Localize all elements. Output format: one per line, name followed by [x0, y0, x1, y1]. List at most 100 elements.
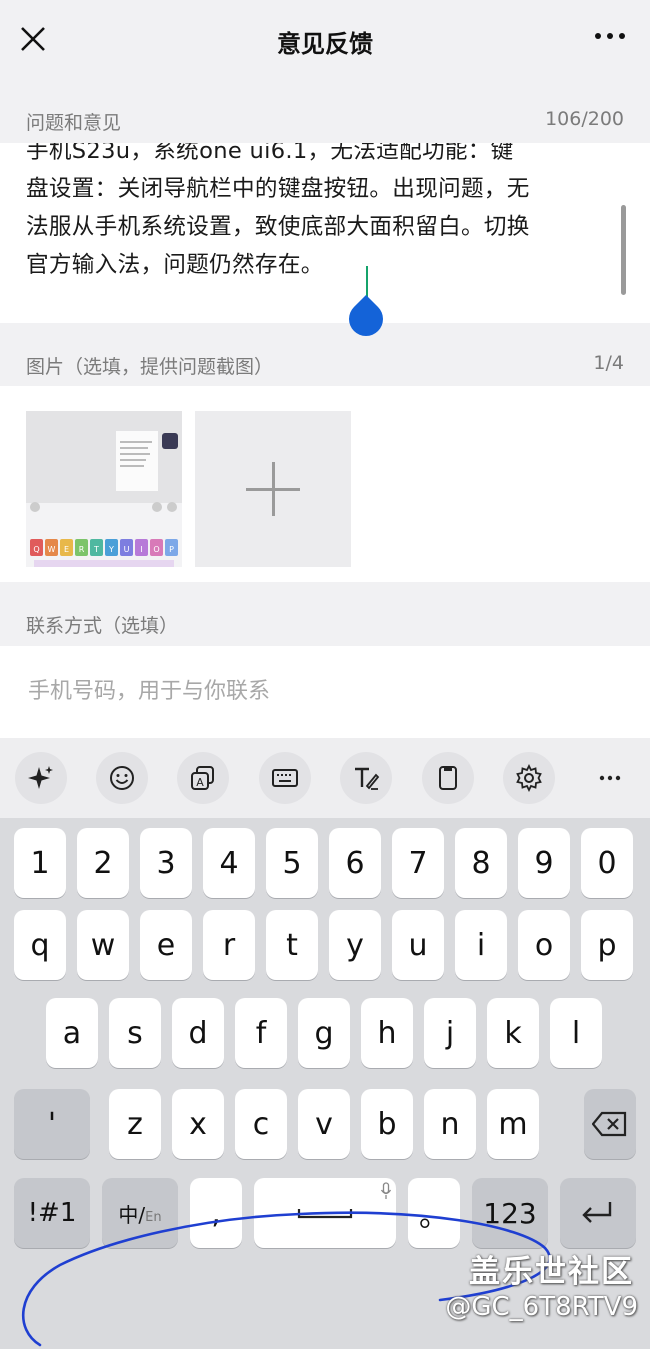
images-area: QWE RTY U I O P — [0, 386, 650, 582]
key-s[interactable]: s — [109, 998, 161, 1068]
key-n[interactable]: n — [424, 1089, 476, 1159]
ime-settings-button[interactable] — [503, 752, 555, 804]
key-q[interactable]: q — [14, 910, 66, 980]
key-x[interactable]: x — [172, 1089, 224, 1159]
key-4[interactable]: 4 — [203, 828, 255, 898]
microphone-icon — [380, 1182, 392, 1199]
numbers-key[interactable]: 123 — [472, 1178, 548, 1248]
textarea-scrollbar[interactable] — [621, 205, 626, 295]
top-bar: 意见反馈 — [0, 0, 650, 82]
key-m[interactable]: m — [487, 1089, 539, 1159]
space-icon — [297, 1209, 353, 1219]
key-9[interactable]: 9 — [518, 828, 570, 898]
thumb-key-label: O — [153, 545, 159, 554]
feedback-line-1: 盘设置：关闭导航栏中的键盘按钮。出现问题，无 — [26, 176, 530, 202]
key-t[interactable]: t — [266, 910, 318, 980]
clipboard-button[interactable] — [422, 752, 474, 804]
contact-field-container — [0, 646, 650, 738]
key-o[interactable]: o — [518, 910, 570, 980]
feedback-text[interactable]: 手机S23u，系统one ui6.1，无法适配功能：键 盘设置：关闭导航栏中的键… — [26, 143, 611, 284]
key-r[interactable]: r — [203, 910, 255, 980]
thumb-key-label: T — [93, 545, 99, 554]
key-w[interactable]: w — [77, 910, 129, 980]
ime-toolbar: A — [0, 738, 650, 818]
thumb-key-label: E — [64, 545, 69, 554]
key-c[interactable]: c — [235, 1089, 287, 1159]
feedback-label: 问题和意见 — [26, 112, 122, 134]
key-k[interactable]: k — [487, 998, 539, 1068]
translate-icon: A — [191, 766, 214, 790]
backspace-icon — [592, 1111, 627, 1137]
key-8[interactable]: 8 — [455, 828, 507, 898]
feedback-line-3: 官方输入法，问题仍然存在。 — [26, 252, 324, 278]
key-b[interactable]: b — [361, 1089, 413, 1159]
key-f[interactable]: f — [235, 998, 287, 1068]
feedback-char-count: 106/200 — [545, 108, 624, 130]
more-icon — [599, 775, 621, 781]
backspace-key[interactable] — [584, 1089, 636, 1159]
key-l[interactable]: l — [550, 998, 602, 1068]
keyboard-layout-button[interactable] — [259, 752, 311, 804]
watermark-brand: 盖乐世社区 — [469, 1254, 634, 1290]
key-a[interactable]: a — [46, 998, 98, 1068]
key-u[interactable]: u — [392, 910, 444, 980]
key-p[interactable]: p — [581, 910, 633, 980]
page-title: 意见反馈 — [277, 30, 373, 58]
space-key[interactable] — [254, 1178, 396, 1248]
thumb-key-label: U — [124, 545, 130, 554]
watermark-user: @GC_6T8RTV9 — [445, 1292, 638, 1322]
language-sub-label: En — [145, 1209, 162, 1225]
key-6[interactable]: 6 — [329, 828, 381, 898]
contact-label: 联系方式（选填） — [26, 615, 179, 637]
key-7[interactable]: 7 — [392, 828, 444, 898]
key-5[interactable]: 5 — [266, 828, 318, 898]
add-image-button[interactable] — [195, 411, 351, 567]
more-icon — [595, 33, 625, 39]
thumb-key-label: R — [79, 545, 85, 554]
key-g[interactable]: g — [298, 998, 350, 1068]
key-y[interactable]: y — [329, 910, 381, 980]
thumb-key-label: W — [48, 545, 56, 554]
sparkle-icon — [28, 766, 53, 789]
keyboard-icon — [272, 769, 298, 787]
feedback-line-partial: 手机S23u，系统one ui6.1，无法适配功能：键 — [26, 143, 514, 164]
emoji-icon — [110, 766, 134, 790]
feedback-line-2: 法服从手机系统设置，致使底部大面积留白。切换 — [26, 214, 530, 240]
key-z[interactable]: z — [109, 1089, 161, 1159]
emoji-button[interactable] — [96, 752, 148, 804]
screenshot-preview-image: QWE RTY U I O P — [26, 411, 182, 567]
period-key[interactable]: 。 — [408, 1178, 460, 1248]
toolbar-more-button[interactable] — [584, 752, 636, 804]
screenshot-thumbnail[interactable]: QWE RTY U I O P — [26, 411, 182, 567]
translate-button[interactable]: A — [177, 752, 229, 804]
thumb-key-label: P — [169, 545, 174, 554]
svg-text:A: A — [196, 776, 204, 789]
contact-input[interactable] — [26, 670, 610, 712]
more-menu-button[interactable] — [590, 26, 630, 54]
handwriting-button[interactable] — [340, 752, 392, 804]
key-e[interactable]: e — [140, 910, 192, 980]
key-apostrophe[interactable]: ' — [14, 1089, 90, 1159]
feedback-textarea[interactable]: 手机S23u，系统one ui6.1，无法适配功能：键 盘设置：关闭导航栏中的键… — [0, 143, 650, 323]
ai-sparkle-button[interactable] — [15, 752, 67, 804]
images-count: 1/4 — [593, 352, 624, 374]
thumb-key-label: I — [140, 545, 142, 554]
key-3[interactable]: 3 — [140, 828, 192, 898]
key-i[interactable]: i — [455, 910, 507, 980]
clipboard-icon — [439, 766, 457, 790]
key-d[interactable]: d — [172, 998, 224, 1068]
enter-key[interactable] — [560, 1178, 636, 1248]
key-j[interactable]: j — [424, 998, 476, 1068]
key-0[interactable]: 0 — [581, 828, 633, 898]
key-1[interactable]: 1 — [14, 828, 66, 898]
images-label: 图片（选填，提供问题截图） — [26, 356, 274, 378]
language-switch-key[interactable]: 中/En — [102, 1178, 178, 1248]
key-v[interactable]: v — [298, 1089, 350, 1159]
symbols-key[interactable]: !#1 — [14, 1178, 90, 1248]
thumb-key-label: Q — [33, 545, 39, 554]
handwrite-icon — [355, 767, 380, 790]
key-2[interactable]: 2 — [77, 828, 129, 898]
comma-key[interactable]: , — [190, 1178, 242, 1248]
key-h[interactable]: h — [361, 998, 413, 1068]
language-main-label: 中/ — [118, 1202, 146, 1227]
